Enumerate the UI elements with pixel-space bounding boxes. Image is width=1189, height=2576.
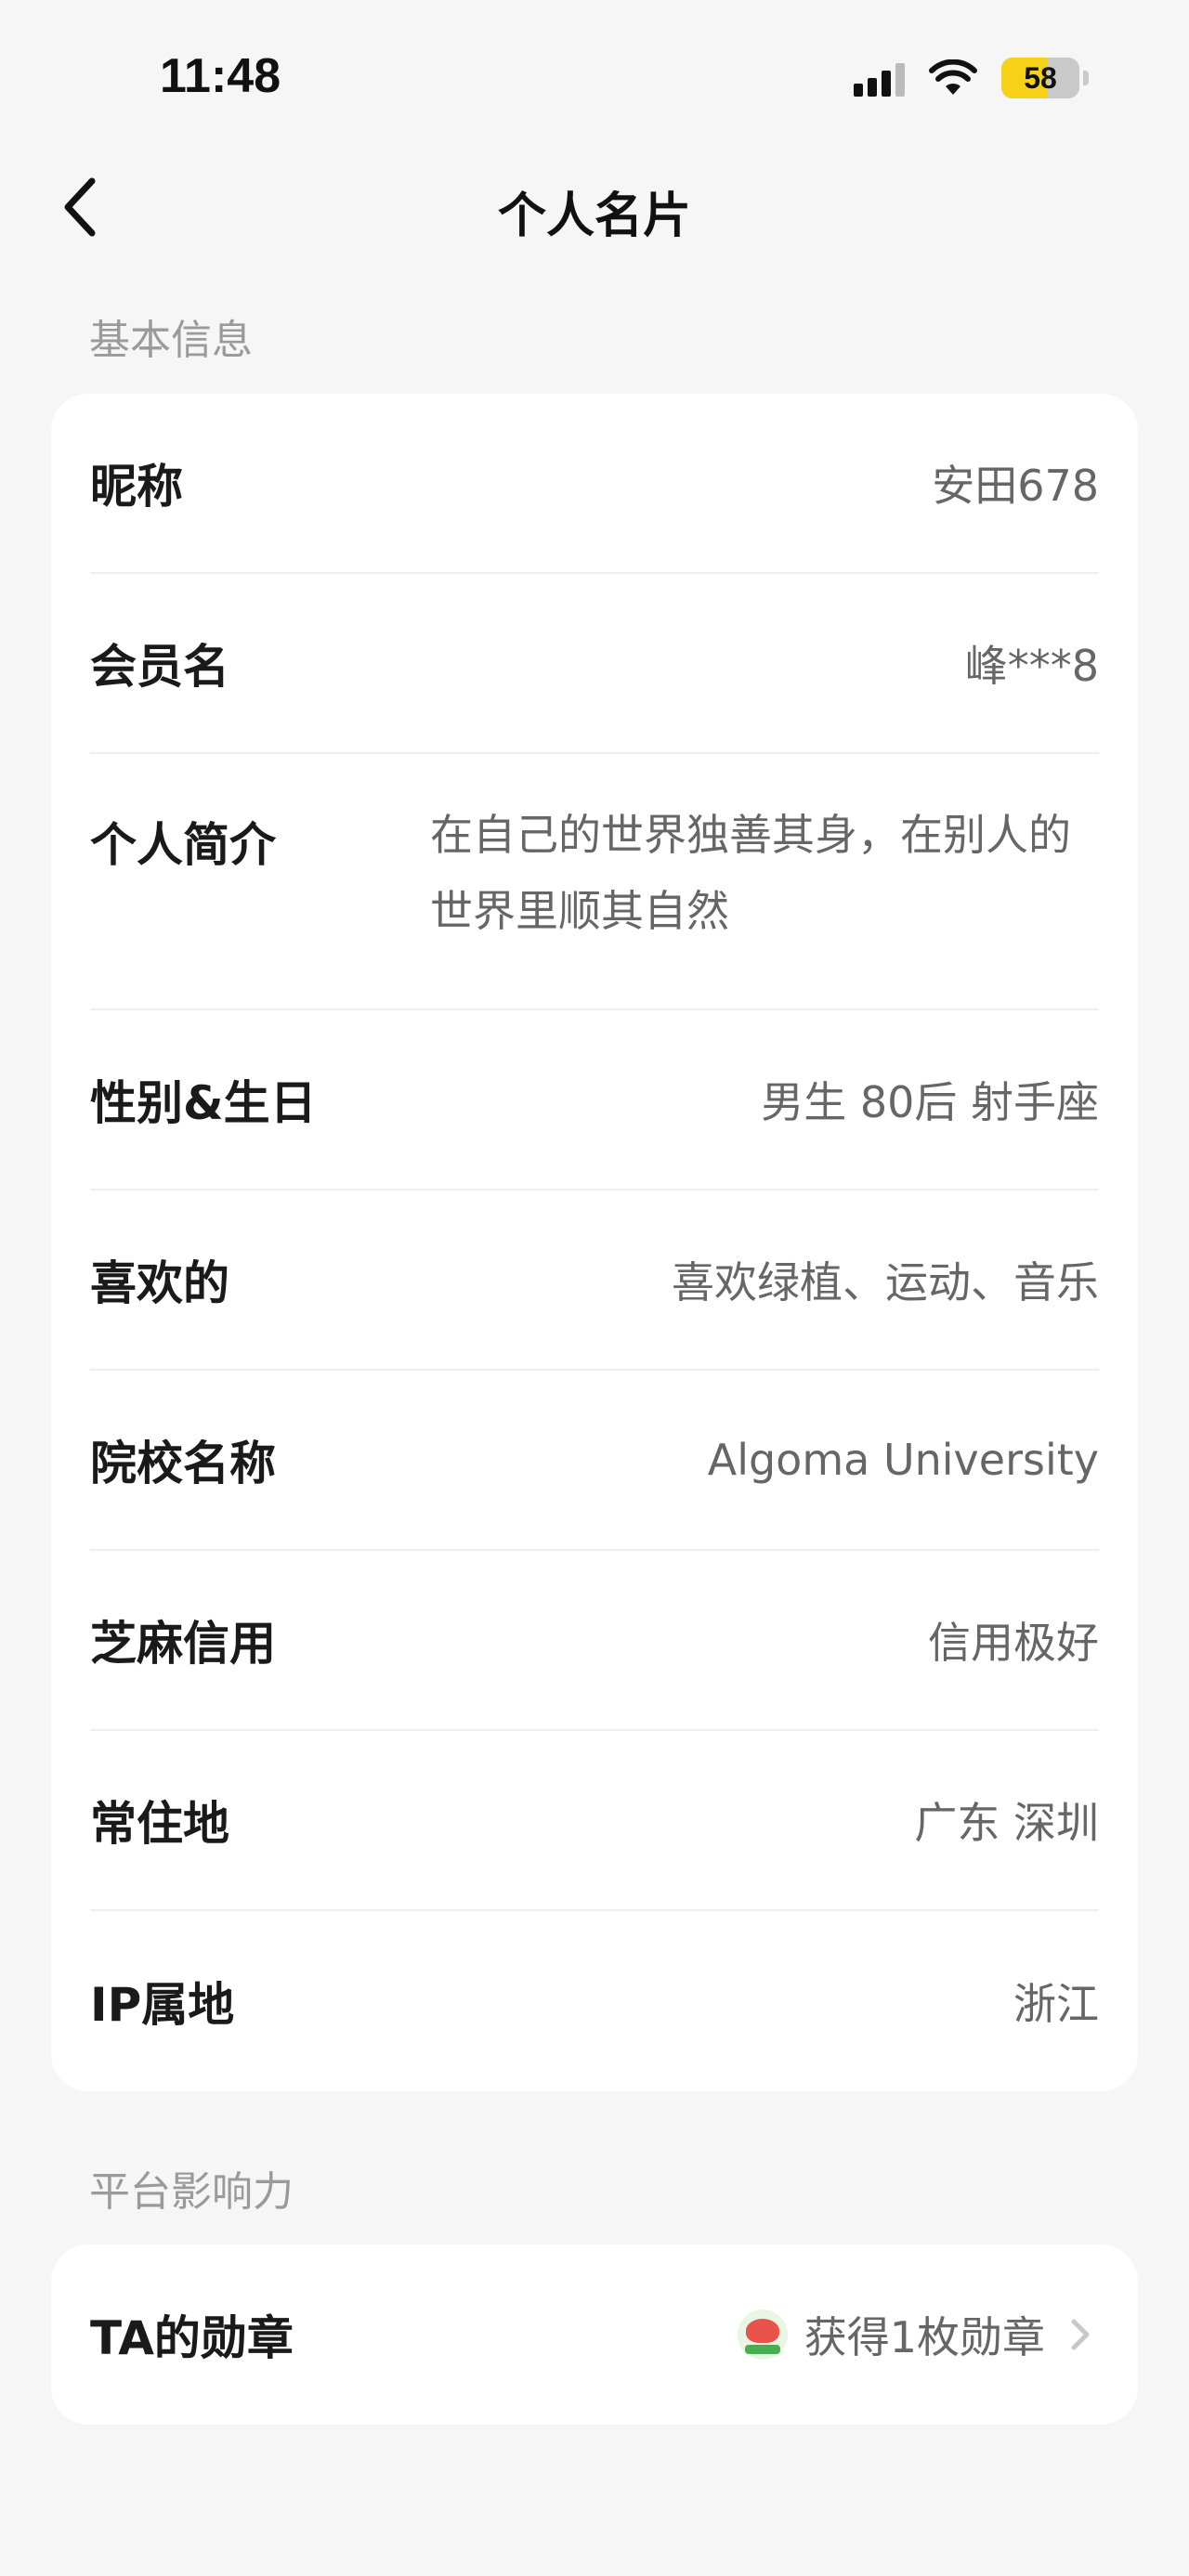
row-label: 会员名 <box>90 640 229 694</box>
section-title-influence: 平台影响力 <box>89 2168 294 2216</box>
row-bio: 个人简介 在自己的世界独善其身，在别人的世界里顺其自然 <box>90 754 1099 1010</box>
medal-icon <box>737 2309 788 2360</box>
row-value: 男生 80后 射手座 <box>761 1077 1099 1127</box>
row-label: 个人简介 <box>90 818 276 872</box>
row-value: 浙江 <box>1013 1979 1099 2029</box>
row-nickname: 昵称 安田678 <box>90 394 1099 574</box>
row-value: 峰***8 <box>964 641 1099 691</box>
battery-icon: 58 <box>1001 58 1079 98</box>
page-title: 个人名片 <box>497 189 691 244</box>
row-member-name: 会员名 峰***8 <box>90 574 1099 754</box>
row-interests: 喜欢的 喜欢绿植、运动、音乐 <box>90 1190 1099 1371</box>
row-label: 院校名称 <box>90 1437 276 1490</box>
cellular-signal-icon <box>854 59 905 97</box>
row-value: 喜欢绿植、运动、音乐 <box>672 1257 1099 1308</box>
row-school: 院校名称 Algoma University <box>90 1371 1099 1551</box>
row-label: TA的勋章 <box>90 2311 294 2365</box>
status-icons: 58 <box>854 58 1089 98</box>
row-gender-birthday: 性别&生日 男生 80后 射手座 <box>90 1010 1099 1190</box>
row-value: 信用极好 <box>928 1618 1099 1668</box>
row-label: 性别&生日 <box>90 1076 317 1130</box>
row-value: 广东 深圳 <box>914 1798 1099 1848</box>
medal-summary[interactable]: 获得1枚勋章 <box>737 2304 1099 2365</box>
row-label: IP属地 <box>90 1978 235 2032</box>
row-value: 获得1枚勋章 <box>804 2312 1045 2362</box>
row-ip-location: IP属地 浙江 <box>90 1911 1099 2091</box>
row-label: 芝麻信用 <box>90 1617 276 1671</box>
row-value: 在自己的世界独善其身，在别人的世界里顺其自然 <box>430 810 1071 936</box>
row-value: Algoma University <box>707 1435 1099 1485</box>
row-credit: 芝麻信用 信用极好 <box>90 1551 1099 1731</box>
basic-info-card: 昵称 安田678 会员名 峰***8 个人简介 在自己的世界独善其身，在别人的世… <box>51 394 1138 2091</box>
chevron-right-icon <box>1062 2316 1099 2353</box>
row-label: 昵称 <box>90 460 183 514</box>
row-label: 喜欢的 <box>90 1256 229 1310</box>
status-bar: 11:48 58 <box>0 0 1189 158</box>
nav-bar: 个人名片 <box>0 158 1189 260</box>
status-time: 11:48 <box>160 49 281 103</box>
row-value: 安田678 <box>932 461 1099 511</box>
influence-card: TA的勋章 获得1枚勋章 <box>51 2244 1138 2425</box>
battery-level: 58 <box>1024 60 1057 95</box>
row-medals[interactable]: TA的勋章 获得1枚勋章 <box>90 2244 1099 2425</box>
row-label: 常住地 <box>90 1797 229 1851</box>
wifi-icon <box>929 59 977 95</box>
row-residence: 常住地 广东 深圳 <box>90 1731 1099 1911</box>
section-title-basic-info: 基本信息 <box>89 317 253 364</box>
